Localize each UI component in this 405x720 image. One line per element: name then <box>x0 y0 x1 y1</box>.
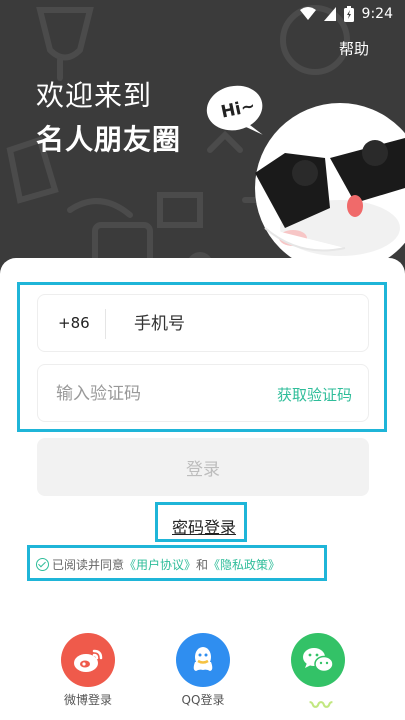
signal-icon <box>323 7 336 21</box>
wechat-login[interactable] <box>288 633 348 691</box>
qq-login-label: QQ登录 <box>181 693 225 707</box>
highlight-box-agreement <box>27 545 327 581</box>
app-name: 名人朋友圈 <box>36 123 182 156</box>
weibo-login[interactable]: 微博登录 <box>58 633 118 708</box>
highlight-box-password-login <box>155 502 247 542</box>
wifi-icon <box>299 7 316 20</box>
mascot-illustration: Hi~ <box>206 85 405 263</box>
qq-icon <box>176 633 230 687</box>
hero-banner: Hi~ 9:24 帮助 欢迎来到 名人朋友圈 <box>0 0 405 280</box>
watermark-logo: 〰 <box>310 694 333 719</box>
battery-icon <box>343 6 354 22</box>
highlight-box-inputs <box>17 282 387 432</box>
weibo-login-label: 微博登录 <box>63 693 112 707</box>
login-button[interactable]: 登录 <box>37 438 369 496</box>
welcome-text: 欢迎来到 <box>36 79 153 112</box>
qq-login[interactable]: QQ登录 <box>173 633 233 708</box>
weibo-icon <box>61 633 115 687</box>
status-bar: 9:24 <box>0 0 405 30</box>
status-time: 9:24 <box>361 6 393 22</box>
help-link[interactable]: 帮助 <box>339 38 369 59</box>
wechat-icon <box>291 633 345 687</box>
